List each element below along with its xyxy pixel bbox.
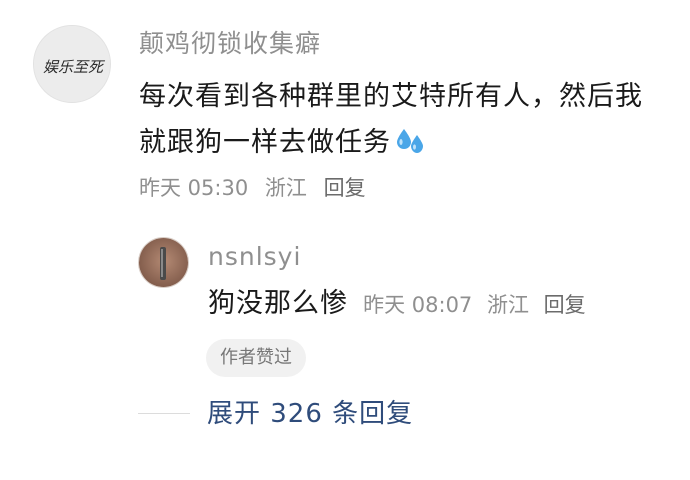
reply-content: 狗没那么惨 昨天 08:07 浙江 回复 [208,285,594,323]
sweat-droplets-icon [395,124,425,170]
reply-text: 狗没那么惨 [208,288,348,319]
author-liked-badge: 作者赞过 [206,339,306,377]
comment-meta: 昨天 05:30 浙江 回复 [139,173,376,203]
reply-location: 浙江 [486,293,529,317]
reply-avatar-image [139,238,188,287]
comment-text-line-2: 就跟狗一样去做任务 [139,127,391,158]
comment-text: 每次看到各种群里的艾特所有人，然后我 就跟狗一样去做任务 [139,74,679,170]
reply-time: 昨天 08:07 [363,293,473,317]
reply-reply-button[interactable]: 回复 [544,293,586,317]
reply-button[interactable]: 回复 [324,176,366,200]
expand-divider [138,413,190,414]
reply-avatar[interactable] [138,237,189,288]
comment-time: 昨天 05:30 [139,176,249,200]
avatar-calligraphy-image: 娱乐至死 [34,26,110,102]
reply-username[interactable]: nsnlsyi [208,240,301,274]
avatar[interactable]: 娱乐至死 [33,25,111,103]
comment-text-line: 就跟狗一样去做任务 [139,120,679,170]
comment-text-line: 每次看到各种群里的艾特所有人，然后我 [139,81,643,112]
expand-replies-button[interactable]: 展开 326 条回复 [207,396,413,432]
reply-meta: 昨天 08:07 浙江 回复 [363,293,594,317]
comment-username[interactable]: 颠鸡彻锁收集癖 [139,27,321,61]
comment-location: 浙江 [264,176,307,200]
svg-text:娱乐至死: 娱乐至死 [43,58,106,76]
